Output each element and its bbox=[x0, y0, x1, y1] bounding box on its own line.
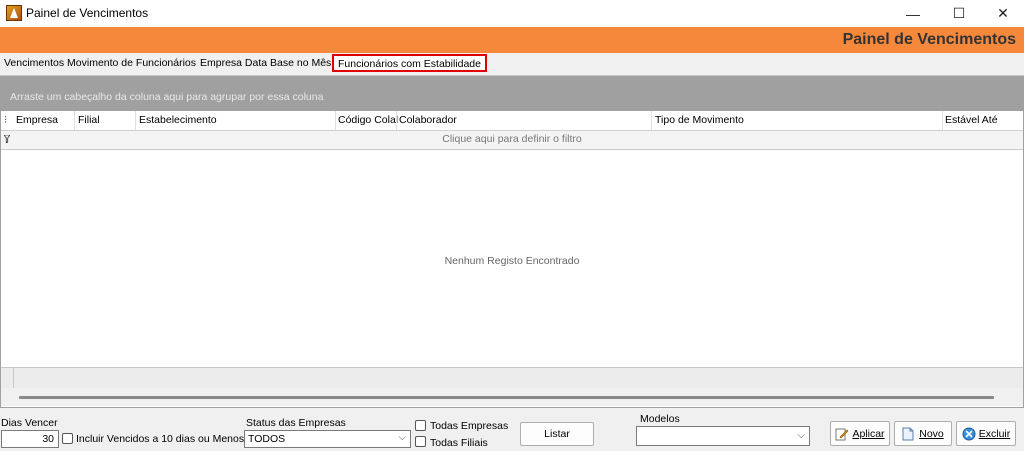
excluir-button[interactable]: Excluir bbox=[956, 421, 1016, 446]
modelos-label: Modelos bbox=[640, 413, 680, 425]
group-hint: Arraste um cabeçalho da coluna aqui para… bbox=[10, 91, 324, 103]
filter-row[interactable]: Clique aqui para definir o filtro bbox=[1, 131, 1023, 150]
todas-empresas-checkbox[interactable] bbox=[415, 420, 426, 431]
excluir-label: Excluir bbox=[978, 427, 1011, 440]
tab-funcionarios-estabilidade[interactable]: Funcionários com Estabilidade bbox=[332, 54, 487, 72]
tab-empresa-data-base[interactable]: Empresa Data Base no Mês bbox=[200, 57, 331, 69]
data-grid: Arraste um cabeçalho da coluna aqui para… bbox=[0, 76, 1024, 408]
aplicar-label: Aplicar bbox=[852, 427, 885, 440]
chevron-down-icon: ⌵ bbox=[398, 432, 406, 443]
col-codigo-colal[interactable]: Código Colal bbox=[338, 114, 398, 126]
chevron-down-icon: ⌵ bbox=[797, 430, 805, 441]
status-empresas-label: Status das Empresas bbox=[246, 417, 346, 429]
title-bar: Painel de Vencimentos — ☐ ✕ bbox=[0, 0, 1024, 27]
incluir-vencidos-checkbox[interactable] bbox=[62, 433, 73, 444]
new-document-icon bbox=[902, 427, 914, 440]
group-by-panel[interactable]: Arraste um cabeçalho da coluna aqui para… bbox=[1, 77, 1023, 111]
col-empresa[interactable]: Empresa bbox=[16, 114, 58, 126]
col-estavel-ate[interactable]: Estável Até bbox=[945, 114, 998, 126]
col-filial[interactable]: Filial bbox=[78, 114, 100, 126]
incluir-vencidos-label: Incluir Vencidos a 10 dias ou Menos bbox=[76, 433, 245, 445]
column-chooser-icon[interactable]: ⁝ bbox=[4, 114, 7, 126]
todas-empresas-label: Todas Empresas bbox=[430, 420, 509, 432]
close-button[interactable]: ✕ bbox=[980, 0, 1024, 27]
horizontal-scrollbar[interactable] bbox=[1, 388, 1023, 406]
novo-label: Novo bbox=[919, 427, 944, 440]
dias-vencer-label: Dias Vencer bbox=[1, 417, 58, 429]
window-title: Painel de Vencimentos bbox=[26, 6, 149, 20]
todas-filiais-checkbox[interactable] bbox=[415, 436, 426, 447]
header-bar: Painel de Vencimentos bbox=[0, 27, 1024, 53]
scrollbar-thumb[interactable] bbox=[19, 396, 994, 399]
novo-button[interactable]: Novo bbox=[894, 421, 952, 446]
status-empresas-value: TODOS bbox=[248, 433, 286, 445]
grid-footer bbox=[1, 367, 1023, 388]
bottom-toolbar: Dias Vencer 30 Incluir Vencidos a 10 dia… bbox=[0, 408, 1024, 451]
edit-icon bbox=[835, 428, 849, 440]
col-tipo-movimento[interactable]: Tipo de Movimento bbox=[655, 114, 744, 126]
todas-filiais-label: Todas Filiais bbox=[430, 437, 488, 449]
tab-strip: Vencimentos Movimento de Funcionários Em… bbox=[0, 53, 1024, 76]
page-title: Painel de Vencimentos bbox=[842, 31, 1016, 48]
modelos-select[interactable]: ⌵ bbox=[636, 426, 810, 446]
col-colaborador[interactable]: Colaborador bbox=[399, 114, 457, 126]
column-header-row: ⁝ Empresa Filial Estabelecimento Código … bbox=[1, 111, 1023, 131]
dias-vencer-input[interactable]: 30 bbox=[1, 430, 59, 448]
minimize-button[interactable]: — bbox=[890, 0, 936, 27]
col-estabelecimento[interactable]: Estabelecimento bbox=[139, 114, 217, 126]
delete-icon bbox=[962, 427, 976, 440]
maximize-button[interactable]: ☐ bbox=[936, 0, 982, 27]
app-icon bbox=[6, 5, 22, 21]
empty-message: Nenhum Registo Encontrado bbox=[444, 255, 580, 267]
listar-button[interactable]: Listar bbox=[520, 422, 594, 446]
filter-hint: Clique aqui para definir o filtro bbox=[442, 133, 582, 145]
tab-vencimentos-movimento[interactable]: Vencimentos Movimento de Funcionários bbox=[4, 57, 196, 69]
aplicar-button[interactable]: Aplicar bbox=[830, 421, 890, 446]
status-empresas-select[interactable]: TODOS ⌵ bbox=[244, 430, 411, 448]
